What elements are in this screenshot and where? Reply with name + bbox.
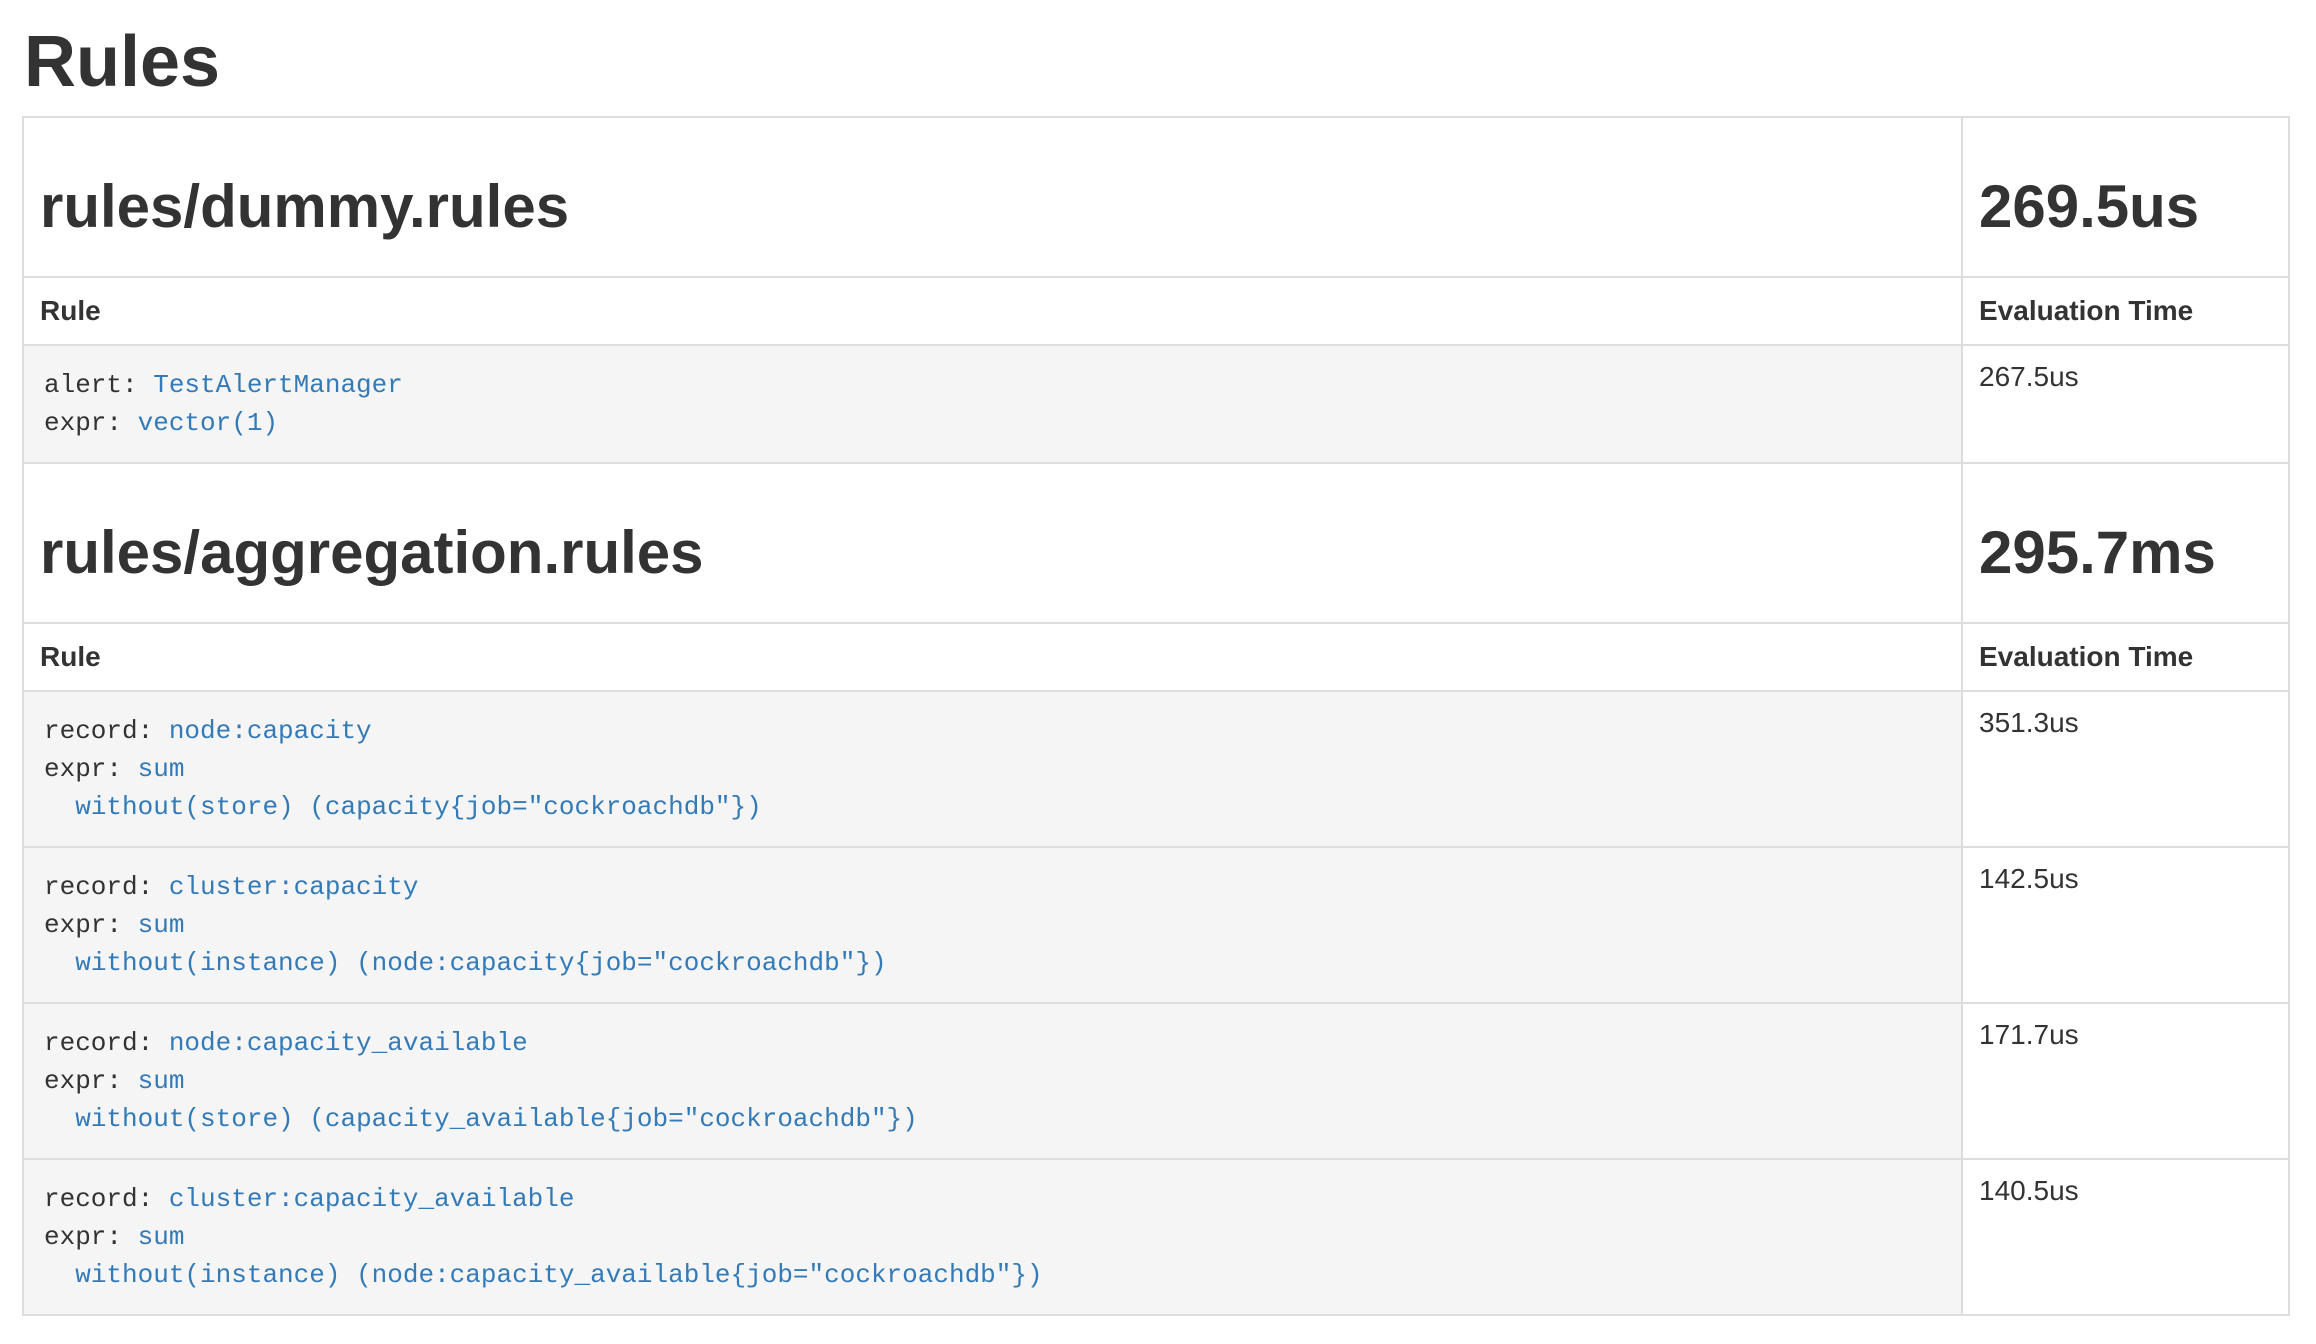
rule-keyword: record: [44,716,169,746]
rule-code-cell: record: cluster:capacity_available expr:… [23,1159,1962,1315]
rule-keyword [44,948,75,978]
rule-expression-link[interactable]: sum [138,754,185,784]
rule-code: alert: TestAlertManager expr: vector(1) [44,366,1941,442]
rule-code-cell: record: node:capacity_available expr: su… [23,1003,1962,1159]
rule-code: record: cluster:capacity expr: sum witho… [44,868,1941,982]
rule-expression-link[interactable]: vector(1) [138,408,278,438]
rule-code-cell: alert: TestAlertManager expr: vector(1) [23,345,1962,463]
rule-expression-link[interactable]: without(store) (capacity_available{job="… [75,1104,918,1134]
group-header-row: rules/aggregation.rules 295.7ms [23,463,2289,623]
eval-time-column-header: Evaluation Time [1962,277,2289,345]
eval-time-column-header: Evaluation Time [1962,623,2289,691]
group-eval-time-cell: 269.5us [1962,117,2289,277]
rule-expression-link[interactable]: without(instance) (node:capacity_availab… [75,1260,1042,1290]
rule-row: record: cluster:capacity expr: sum witho… [23,847,2289,1003]
rule-eval-time-cell: 351.3us [1962,691,2289,847]
rule-keyword: record: [44,1028,169,1058]
rule-keyword: alert: [44,370,153,400]
group-eval-time-cell: 295.7ms [1962,463,2289,623]
rule-keyword: record: [44,872,169,902]
rule-expression-link[interactable]: node:capacity_available [169,1028,528,1058]
page-title: Rules [24,22,2290,102]
group-file-cell: rules/aggregation.rules [23,463,1962,623]
group-total-eval-time: 269.5us [1979,174,2272,240]
rule-keyword: expr: [44,408,138,438]
rule-code-cell: record: node:capacity expr: sum without(… [23,691,1962,847]
rule-keyword [44,1104,75,1134]
rule-expression-link[interactable]: sum [138,910,185,940]
rule-code-cell: record: cluster:capacity expr: sum witho… [23,847,1962,1003]
rule-row: record: node:capacity expr: sum without(… [23,691,2289,847]
rule-keyword: record: [44,1184,169,1214]
rules-table: rules/dummy.rules269.5usRuleEvaluation T… [22,116,2290,1316]
rule-row: alert: TestAlertManager expr: vector(1) 2… [23,345,2289,463]
rule-expression-link[interactable]: sum [138,1222,185,1252]
rule-eval-time: 351.3us [1979,707,2079,738]
rule-eval-time-cell: 142.5us [1962,847,2289,1003]
rule-keyword: expr: [44,754,138,784]
rule-eval-time: 267.5us [1979,361,2079,392]
rule-code: record: cluster:capacity_available expr:… [44,1180,1941,1294]
group-header-row: rules/dummy.rules 269.5us [23,117,2289,277]
rule-eval-time: 140.5us [1979,1175,2079,1206]
rule-keyword: expr: [44,910,138,940]
rule-file-title: rules/dummy.rules [40,174,1945,240]
rule-keyword [44,1260,75,1290]
group-total-eval-time: 295.7ms [1979,520,2272,586]
rule-expression-link[interactable]: node:capacity [169,716,372,746]
rule-expression-link[interactable]: cluster:capacity_available [169,1184,575,1214]
rule-expression-link[interactable]: without(store) (capacity{job="cockroachd… [75,792,762,822]
rule-eval-time-cell: 171.7us [1962,1003,2289,1159]
rule-column-header: Rule [23,623,1962,691]
rule-file-title: rules/aggregation.rules [40,520,1945,586]
rule-keyword: expr: [44,1222,138,1252]
column-header-row: RuleEvaluation Time [23,623,2289,691]
rule-expression-link[interactable]: TestAlertManager [153,370,403,400]
rule-keyword [44,792,75,822]
rule-row: record: node:capacity_available expr: su… [23,1003,2289,1159]
rule-expression-link[interactable]: sum [138,1066,185,1096]
rule-row: record: cluster:capacity_available expr:… [23,1159,2289,1315]
column-header-row: RuleEvaluation Time [23,277,2289,345]
rule-eval-time-cell: 267.5us [1962,345,2289,463]
rule-eval-time-cell: 140.5us [1962,1159,2289,1315]
rule-expression-link[interactable]: cluster:capacity [169,872,419,902]
rule-eval-time: 142.5us [1979,863,2079,894]
rules-page: Rules rules/dummy.rules269.5usRuleEvalua… [0,22,2316,1316]
rule-code: record: node:capacity expr: sum without(… [44,712,1941,826]
rule-keyword: expr: [44,1066,138,1096]
rule-expression-link[interactable]: without(instance) (node:capacity{job="co… [75,948,886,978]
group-file-cell: rules/dummy.rules [23,117,1962,277]
rule-column-header: Rule [23,277,1962,345]
rule-code: record: node:capacity_available expr: su… [44,1024,1941,1138]
rule-eval-time: 171.7us [1979,1019,2079,1050]
